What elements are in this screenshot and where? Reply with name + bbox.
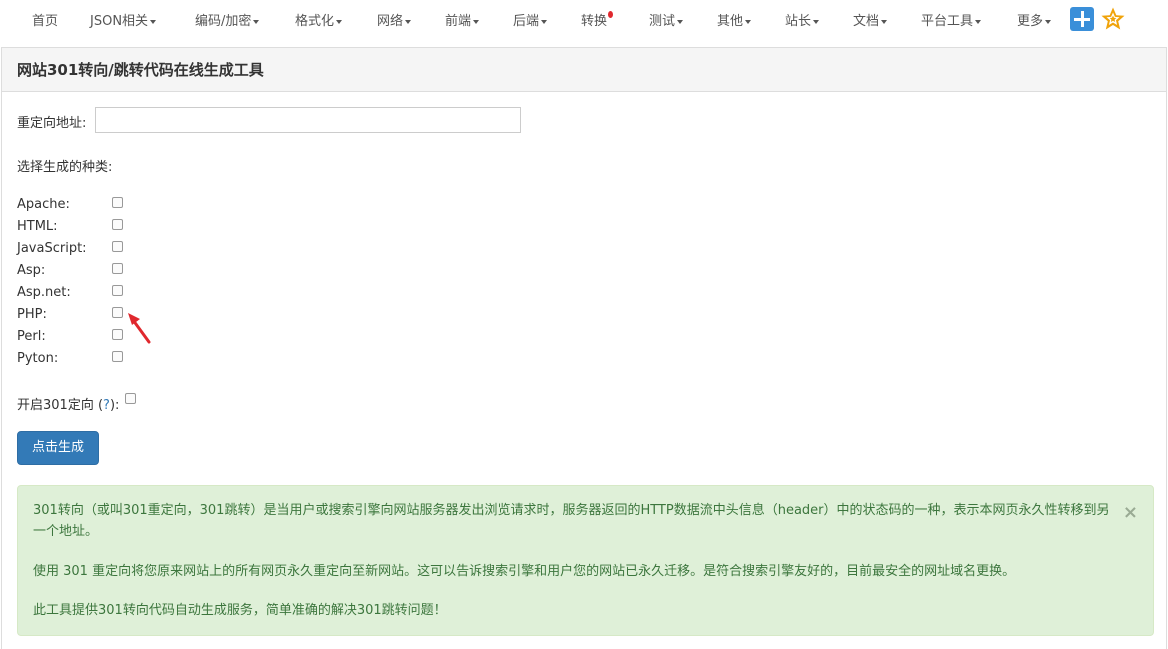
nav-home[interactable]: 首页 (32, 10, 58, 29)
nav-label: 转换 (581, 14, 608, 29)
top-navbar: 首页 JSON相关 编码/加密 格式化 网络 前端 后端 转换 测试 其他 站长… (0, 0, 1168, 38)
alert-paragraph-2: 使用 301 重定向将您原来网站上的所有网页永久重定向至新网站。这可以告诉搜索引… (33, 564, 1016, 579)
option-label-aspnet: Asp.net: (17, 285, 71, 300)
nav-json[interactable]: JSON相关 (90, 10, 157, 29)
option-label-asp: Asp: (17, 263, 46, 278)
caret-down-icon (336, 19, 343, 24)
option-label-perl: Perl: (17, 329, 46, 344)
checkbox-apache[interactable] (112, 197, 123, 208)
help-paren-close: ): (109, 398, 120, 413)
nav-network[interactable]: 网络 (377, 10, 412, 29)
caret-down-icon (473, 19, 480, 24)
nav-more[interactable]: 更多 (1017, 10, 1052, 29)
caret-down-icon (745, 19, 752, 24)
plus-icon[interactable] (1070, 7, 1094, 31)
nav-label: 编码/加密 (195, 14, 252, 29)
generate-button[interactable]: 点击生成 (17, 431, 99, 465)
page-title: 网站301转向/跳转代码在线生成工具 (17, 61, 264, 79)
option-label-html: HTML: (17, 219, 58, 234)
caret-down-icon (677, 19, 684, 24)
nav-backend[interactable]: 后端 (513, 10, 548, 29)
alert-paragraph-1: 301转向（或叫301重定向，301跳转）是当用户或搜索引擎向网站服务器发出浏览… (33, 503, 1110, 539)
option-label-apache: Apache: (17, 197, 70, 212)
nav-label: 首页 (32, 14, 59, 29)
nav-frontend[interactable]: 前端 (445, 10, 480, 29)
nav-platform-tools[interactable]: 平台工具 (921, 10, 982, 29)
nav-label: 格式化 (295, 14, 335, 29)
caret-down-icon (881, 19, 888, 24)
checkbox-aspnet[interactable] (112, 285, 123, 296)
checkbox-html[interactable] (112, 219, 123, 230)
nav-test[interactable]: 测试 (649, 10, 684, 29)
url-label: 重定向地址: (17, 116, 87, 131)
checkbox-php[interactable] (112, 307, 123, 318)
nav-label: 其他 (717, 14, 744, 29)
caret-down-icon (975, 19, 982, 24)
nav-label: JSON相关 (90, 14, 149, 29)
nav-label: 文档 (853, 14, 880, 29)
alert-paragraph-3: 此工具提供301转向代码自动生成服务，简单准确的解决301跳转问题！ (33, 603, 447, 618)
nav-webmaster[interactable]: 站长 (785, 10, 820, 29)
redirect-url-input[interactable] (95, 107, 521, 133)
enable-301-label: 开启301定向 (?): (17, 394, 119, 413)
close-icon[interactable]: × (1123, 502, 1138, 523)
red-arrow-annotation-icon (128, 313, 151, 344)
nav-other[interactable]: 其他 (717, 10, 752, 29)
nav-label: 测试 (649, 14, 676, 29)
caret-down-icon (813, 19, 820, 24)
checkbox-enable-301[interactable] (125, 393, 136, 404)
checkbox-javascript[interactable] (112, 241, 123, 252)
nav-label: 更多 (1017, 14, 1044, 29)
help-link[interactable]: ? (103, 398, 110, 413)
caret-down-icon (541, 19, 548, 24)
nav-convert[interactable]: 转换 (581, 10, 614, 29)
nav-label: 网络 (377, 14, 404, 29)
nav-label: 站长 (785, 14, 812, 29)
caret-down-icon (1045, 19, 1052, 24)
nav-label: 后端 (513, 14, 540, 29)
new-badge-icon (608, 11, 614, 18)
caret-down-icon (405, 19, 412, 24)
nav-label: 平台工具 (921, 14, 974, 29)
option-label-php: PHP: (17, 307, 47, 322)
nav-encoding[interactable]: 编码/加密 (195, 10, 260, 29)
option-label-javascript: JavaScript: (17, 241, 87, 256)
caret-down-icon (253, 19, 260, 24)
nav-label: 前端 (445, 14, 472, 29)
panel-heading: 网站301转向/跳转代码在线生成工具 (2, 48, 1166, 92)
nav-docs[interactable]: 文档 (853, 10, 888, 29)
checkbox-perl[interactable] (112, 329, 123, 340)
star-icon[interactable] (1100, 6, 1126, 32)
option-label-pyton: Pyton: (17, 351, 59, 366)
info-alert: 301转向（或叫301重定向，301跳转）是当用户或搜索引擎向网站服务器发出浏览… (17, 485, 1154, 636)
checkbox-pyton[interactable] (112, 351, 123, 362)
enable-301-text: 开启301定向 (17, 398, 94, 413)
caret-down-icon (150, 19, 157, 24)
type-label: 选择生成的种类: (17, 160, 113, 175)
nav-format[interactable]: 格式化 (295, 10, 343, 29)
checkbox-asp[interactable] (112, 263, 123, 274)
